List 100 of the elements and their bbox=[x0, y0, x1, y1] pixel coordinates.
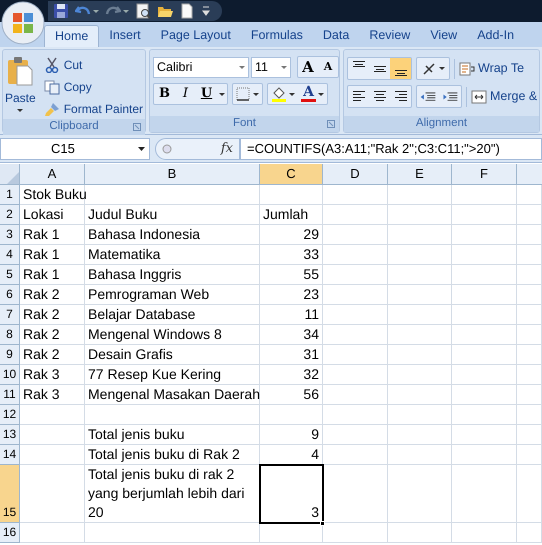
table-cell[interactable] bbox=[517, 225, 542, 245]
row-header[interactable]: 3 bbox=[0, 225, 20, 245]
table-cell[interactable] bbox=[388, 445, 452, 465]
column-header[interactable]: B bbox=[85, 164, 260, 185]
ribbon-tab[interactable]: Data bbox=[312, 25, 360, 47]
table-cell[interactable] bbox=[85, 185, 260, 205]
bold-button[interactable]: B bbox=[154, 84, 175, 104]
table-cell[interactable] bbox=[323, 385, 388, 405]
table-cell[interactable] bbox=[452, 185, 517, 205]
table-cell[interactable] bbox=[452, 265, 517, 285]
column-header[interactable]: E bbox=[388, 164, 452, 185]
table-cell[interactable]: Belajar Database bbox=[85, 305, 260, 325]
table-cell[interactable]: Rak 1 bbox=[20, 265, 85, 285]
table-cell[interactable] bbox=[452, 225, 517, 245]
table-cell[interactable] bbox=[323, 523, 388, 543]
cut-button[interactable]: Cut bbox=[44, 55, 146, 75]
table-cell[interactable] bbox=[323, 445, 388, 465]
table-cell[interactable] bbox=[20, 523, 85, 543]
merge-button[interactable]: Merge & bbox=[471, 87, 538, 106]
table-cell[interactable]: Bahasa Inggris bbox=[85, 265, 260, 285]
table-cell[interactable]: Total jenis buku di rak 2 yang berjumlah lebih dari 20 bbox=[85, 465, 260, 523]
table-cell[interactable]: 4 bbox=[260, 445, 323, 465]
ribbon-tab[interactable]: Page Layout bbox=[150, 25, 241, 47]
table-cell[interactable] bbox=[260, 405, 323, 425]
table-cell[interactable]: Rak 3 bbox=[20, 385, 85, 405]
table-cell[interactable] bbox=[388, 285, 452, 305]
table-cell[interactable] bbox=[388, 345, 452, 365]
table-cell[interactable] bbox=[517, 465, 542, 523]
ribbon-tab[interactable]: Formulas bbox=[240, 25, 313, 47]
table-cell[interactable]: Total jenis buku bbox=[85, 425, 260, 445]
table-cell[interactable]: Rak 2 bbox=[20, 325, 85, 345]
table-cell[interactable]: Matematika bbox=[85, 245, 260, 265]
table-cell[interactable] bbox=[517, 205, 542, 225]
table-cell[interactable]: Jumlah bbox=[260, 205, 323, 225]
table-cell[interactable] bbox=[517, 365, 542, 385]
table-cell[interactable] bbox=[452, 465, 517, 523]
table-cell[interactable] bbox=[323, 305, 388, 325]
column-header[interactable]: D bbox=[323, 164, 388, 185]
table-cell[interactable] bbox=[388, 245, 452, 265]
insert-function-button[interactable]: fx bbox=[220, 138, 233, 158]
table-cell[interactable] bbox=[20, 445, 85, 465]
table-cell[interactable]: 32 bbox=[260, 365, 323, 385]
table-cell[interactable] bbox=[452, 345, 517, 365]
table-cell[interactable] bbox=[517, 345, 542, 365]
paste-button[interactable]: Paste bbox=[3, 50, 38, 119]
row-header[interactable]: 7 bbox=[0, 305, 20, 325]
row-header[interactable]: 15 bbox=[0, 465, 20, 523]
column-header[interactable]: F bbox=[452, 164, 517, 185]
table-cell[interactable]: Mengenal Masakan Daerah bbox=[85, 385, 260, 405]
table-cell[interactable]: 9 bbox=[260, 425, 323, 445]
table-cell[interactable]: Pemrograman Web bbox=[85, 285, 260, 305]
table-cell[interactable]: Bahasa Indonesia bbox=[85, 225, 260, 245]
ribbon-tab[interactable]: Insert bbox=[99, 25, 151, 47]
table-cell[interactable] bbox=[452, 405, 517, 425]
ribbon-tab[interactable]: Add-In bbox=[467, 25, 524, 47]
grow-font-button[interactable]: A bbox=[298, 57, 318, 77]
ribbon-tab[interactable]: View bbox=[420, 25, 468, 47]
table-cell[interactable]: Desain Grafis bbox=[85, 345, 260, 365]
table-cell[interactable]: 23 bbox=[260, 285, 323, 305]
table-cell[interactable]: 55 bbox=[260, 265, 323, 285]
font-size-field[interactable]: 11 bbox=[251, 56, 291, 78]
table-cell[interactable] bbox=[452, 285, 517, 305]
shrink-font-button[interactable]: A bbox=[318, 57, 338, 77]
table-cell[interactable] bbox=[517, 405, 542, 425]
table-cell[interactable] bbox=[323, 465, 388, 523]
table-cell[interactable] bbox=[20, 405, 85, 425]
table-cell[interactable] bbox=[388, 405, 452, 425]
row-header[interactable]: 2 bbox=[0, 205, 20, 225]
table-cell[interactable] bbox=[452, 305, 517, 325]
table-cell[interactable] bbox=[517, 385, 542, 405]
row-header[interactable]: 11 bbox=[0, 385, 20, 405]
ribbon-tab[interactable]: Home bbox=[44, 25, 100, 47]
row-header[interactable]: 6 bbox=[0, 285, 20, 305]
table-cell[interactable] bbox=[323, 285, 388, 305]
row-header[interactable]: 9 bbox=[0, 345, 20, 365]
new-document-icon[interactable] bbox=[179, 3, 195, 19]
table-cell[interactable] bbox=[452, 205, 517, 225]
table-cell[interactable]: 56 bbox=[260, 385, 323, 405]
table-cell[interactable] bbox=[388, 185, 452, 205]
table-cell[interactable]: 77 Resep Kue Kering bbox=[85, 365, 260, 385]
save-icon[interactable] bbox=[53, 3, 69, 19]
table-cell[interactable] bbox=[85, 523, 260, 543]
table-cell[interactable]: Rak 2 bbox=[20, 305, 85, 325]
table-cell[interactable]: Total jenis buku di Rak 2 bbox=[85, 445, 260, 465]
table-cell[interactable]: Lokasi bbox=[20, 205, 85, 225]
table-cell[interactable] bbox=[388, 225, 452, 245]
ribbon-tab[interactable]: Review bbox=[359, 25, 420, 47]
row-header[interactable]: 1 bbox=[0, 185, 20, 205]
table-cell[interactable] bbox=[260, 523, 323, 543]
table-cell[interactable]: 31 bbox=[260, 345, 323, 365]
table-cell[interactable] bbox=[452, 425, 517, 445]
column-header[interactable] bbox=[517, 164, 542, 185]
underline-button[interactable]: U bbox=[196, 84, 217, 104]
table-cell[interactable]: Rak 3 bbox=[20, 365, 85, 385]
italic-button[interactable]: I bbox=[175, 84, 196, 104]
table-cell[interactable]: Rak 2 bbox=[20, 285, 85, 305]
table-cell[interactable]: 33 bbox=[260, 245, 323, 265]
row-header[interactable]: 13 bbox=[0, 425, 20, 445]
table-cell[interactable] bbox=[323, 425, 388, 445]
formula-field[interactable]: =COUNTIFS(A3:A11;"Rak 2";C3:C11;">20") bbox=[240, 138, 542, 160]
